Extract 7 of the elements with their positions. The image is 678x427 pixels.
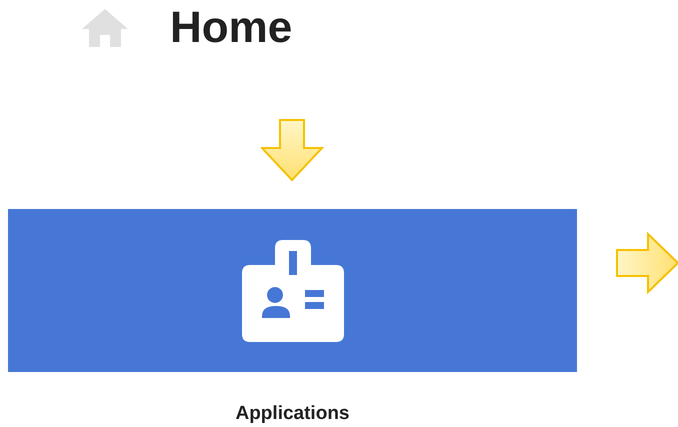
- page-title: Home: [170, 6, 292, 50]
- id-badge-icon: [242, 240, 344, 342]
- down-arrow-icon: [260, 118, 324, 182]
- applications-tile[interactable]: [8, 209, 577, 372]
- tile-label: Applications: [235, 402, 350, 426]
- right-arrow-icon: [615, 232, 678, 294]
- home-icon: [82, 9, 128, 47]
